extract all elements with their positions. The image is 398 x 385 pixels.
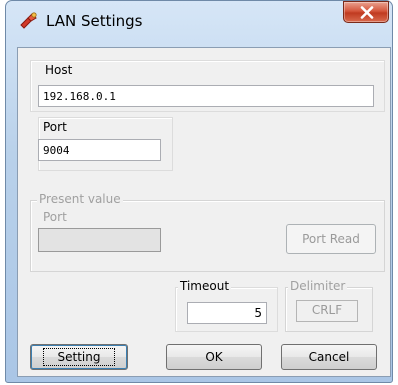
host-input[interactable]	[38, 85, 374, 107]
port-label: Port	[43, 120, 67, 134]
close-icon	[360, 6, 374, 19]
host-label: Host	[45, 63, 73, 77]
window-title: LAN Settings	[46, 12, 143, 30]
setting-button-label: Setting	[42, 348, 116, 366]
delimiter-label: Delimiter	[288, 279, 348, 293]
present-port-field	[38, 228, 161, 252]
close-button[interactable]	[343, 1, 389, 23]
port-read-button[interactable]: Port Read	[286, 224, 376, 254]
delimiter-field: CRLF	[296, 300, 358, 322]
present-value-label: Present value	[37, 192, 123, 206]
timeout-label: Timeout	[178, 279, 232, 293]
present-port-label: Port	[42, 210, 68, 224]
ok-button[interactable]: OK	[166, 344, 262, 370]
network-tool-icon	[18, 10, 40, 32]
port-input[interactable]	[38, 139, 161, 161]
setting-button[interactable]: Setting	[30, 344, 128, 370]
timeout-input[interactable]	[187, 302, 267, 324]
cancel-button[interactable]: Cancel	[281, 344, 377, 370]
